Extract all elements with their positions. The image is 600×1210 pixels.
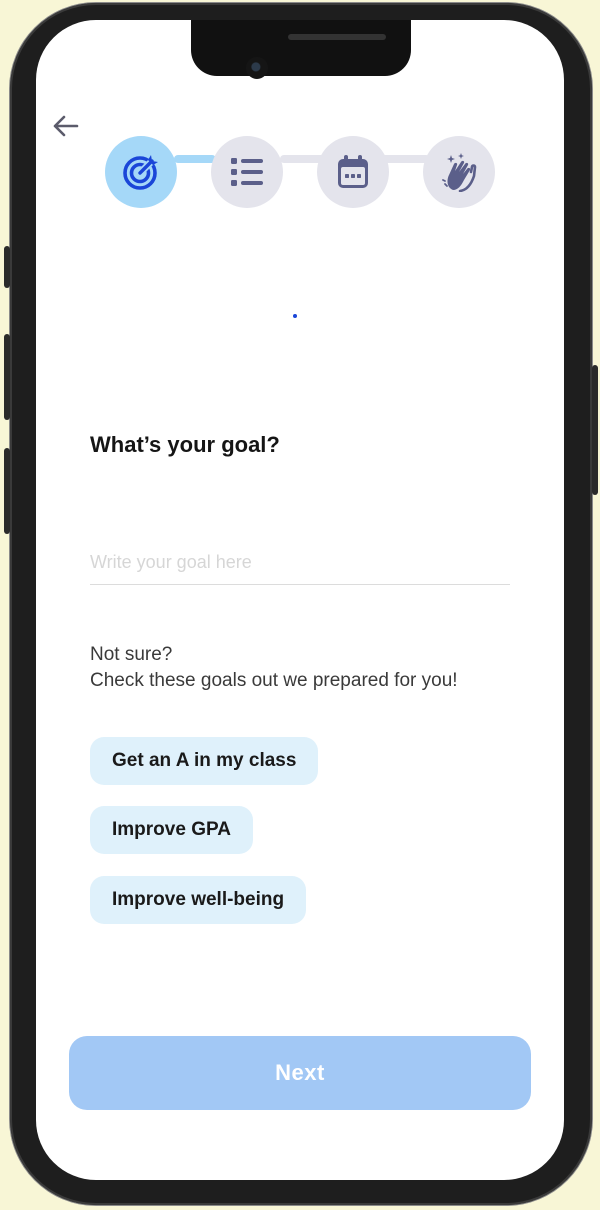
hint-line-1: Not sure? [90, 644, 173, 665]
goal-input[interactable] [90, 540, 510, 585]
notch [191, 20, 411, 76]
goal-question: What’s your goal? [90, 432, 280, 457]
calendar-icon [338, 155, 368, 188]
step-schedule [317, 136, 389, 208]
suggestion-chip-improve-well-being[interactable]: Improve well-being [90, 876, 307, 924]
suggestion-chip-improve-gpa[interactable]: Improve GPA [90, 806, 253, 854]
goal-hint: Not sure? Check these goals out we prepa… [90, 642, 458, 694]
clapping-hands-icon [442, 153, 477, 192]
arrow-left-icon [53, 115, 79, 137]
target-icon [123, 155, 158, 190]
volume-down-button [4, 448, 10, 534]
speaker [288, 34, 386, 40]
back-button[interactable] [50, 110, 82, 142]
screen: What’s your goal? Not sure? Check these … [36, 20, 564, 1180]
volume-up-button [4, 334, 10, 420]
step-goal [105, 136, 177, 208]
silent-switch [4, 246, 10, 288]
next-button[interactable]: Next [69, 1036, 531, 1110]
hint-line-2: Check these goals out we prepared for yo… [90, 670, 458, 691]
progress-line-completed [174, 155, 216, 163]
loading-indicator [293, 314, 297, 318]
suggestion-chip-get-an-a[interactable]: Get an A in my class [90, 737, 319, 785]
front-camera [246, 57, 268, 79]
step-list [211, 136, 283, 208]
step-celebrate [423, 136, 495, 208]
power-button [592, 365, 598, 495]
list-icon [231, 158, 263, 186]
